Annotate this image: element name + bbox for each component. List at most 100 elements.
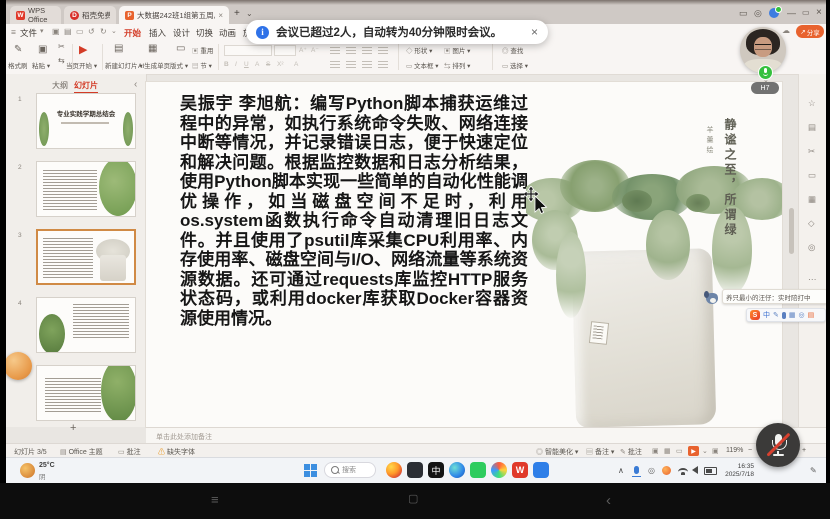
ime-toolbox-icon[interactable]: ▤ xyxy=(808,311,815,319)
justify-icon[interactable] xyxy=(378,61,388,68)
rail-grid-icon[interactable]: ▦ xyxy=(808,194,816,205)
tray-settings-gear-icon[interactable]: ◎ xyxy=(648,466,655,475)
battery-icon[interactable] xyxy=(704,467,717,475)
restore-button[interactable]: ▭ xyxy=(802,8,810,18)
tray-orange-app-icon[interactable] xyxy=(662,466,671,475)
firefox-icon[interactable] xyxy=(386,462,402,478)
format-painter-button[interactable]: 格式刷 xyxy=(8,60,28,70)
menu-tab-design[interactable]: 设计 xyxy=(173,27,190,39)
ai-generate-button[interactable]: AI生成单页 xyxy=(138,60,170,70)
bold-button[interactable]: B xyxy=(224,61,229,68)
volume-icon[interactable] xyxy=(692,466,698,474)
canvas-scrollbar-thumb[interactable] xyxy=(789,208,794,254)
paste-icon[interactable]: ▣ xyxy=(38,44,47,55)
zoom-in-button[interactable]: + xyxy=(802,447,806,454)
ai-generate-icon[interactable]: ▦ xyxy=(148,43,157,54)
zoom-out-button[interactable]: − xyxy=(748,447,752,454)
sogou-ime-logo[interactable]: S xyxy=(750,310,760,320)
align-right-icon[interactable] xyxy=(362,61,372,68)
rail-target-icon[interactable]: ◎ xyxy=(808,242,815,253)
shapes-button[interactable]: ◇ 形状 ▾ xyxy=(406,45,432,55)
select-button[interactable]: ▭ 选择 ▾ xyxy=(502,60,528,70)
rail-layers-icon[interactable]: ▤ xyxy=(808,122,816,133)
menu-tab-insert[interactable]: 插入 xyxy=(149,27,166,39)
notification-pen-icon[interactable]: ✎ xyxy=(810,466,817,475)
play-options-caret-icon[interactable]: ⌄ xyxy=(702,447,708,455)
tab-docer-templates[interactable]: D 稻壳免费模板 xyxy=(64,6,116,24)
slide-thumbnail-5[interactable] xyxy=(36,365,136,421)
play-from-current-button[interactable]: 当页开始 ▾ xyxy=(66,60,97,70)
picture-button[interactable]: ▣ 图片 ▾ xyxy=(444,45,470,55)
arrange-button[interactable]: ⇆ 排列 ▾ xyxy=(444,60,470,70)
section-button[interactable]: ▤ 节 ▾ xyxy=(192,60,212,70)
layout-icon[interactable]: ▭ xyxy=(176,43,185,54)
tab-wps-home[interactable]: W WPS Office xyxy=(10,6,61,24)
file-menu-caret-icon[interactable]: ▾ xyxy=(40,27,44,35)
save-icon[interactable]: ▣ xyxy=(52,27,60,36)
wps-app-icon[interactable]: W xyxy=(512,462,528,478)
reading-view-icon[interactable]: ▭ xyxy=(676,447,683,455)
rail-layout-icon[interactable]: ▭ xyxy=(808,170,816,181)
slide-thumbnail-1[interactable]: 专业实践学期总结会 xyxy=(36,93,136,149)
comments-button[interactable]: ▭ 批注 xyxy=(118,447,141,457)
nav-recents-button[interactable]: ≡ xyxy=(211,492,219,507)
ime-emoji-icon[interactable]: ◎ xyxy=(799,311,805,319)
new-slide-button[interactable]: 新建幻灯片 ▾ xyxy=(105,60,143,70)
font-color-button[interactable]: A xyxy=(255,61,259,68)
toast-close-icon[interactable]: × xyxy=(531,25,538,39)
slides-tab[interactable]: 幻灯片 xyxy=(74,80,98,94)
bullet-list-icon[interactable] xyxy=(330,47,340,54)
notes-toggle-button[interactable]: ▤ 备注 ▾ xyxy=(586,447,614,457)
taskbar-search-box[interactable]: 搜索 xyxy=(324,462,376,478)
windows-start-button[interactable] xyxy=(304,464,317,477)
file-menu[interactable]: 文件 xyxy=(20,27,37,39)
strikethrough-button[interactable]: S xyxy=(266,61,270,68)
play-from-current-icon[interactable]: ▶ xyxy=(79,43,87,56)
tray-mic-icon[interactable] xyxy=(634,466,639,474)
superscript-button[interactable]: X² xyxy=(277,61,284,68)
textbox-button[interactable]: ▭ 文本框 ▾ xyxy=(406,60,439,70)
cut-icon[interactable]: ✂ xyxy=(58,42,65,51)
ime-pen-icon[interactable]: ✎ xyxy=(773,311,779,319)
dark-app-icon[interactable] xyxy=(407,462,423,478)
find-button[interactable]: ◎ 查找 xyxy=(502,45,523,55)
rail-shape-icon[interactable]: ◇ xyxy=(808,218,815,229)
align-center-icon[interactable] xyxy=(346,61,356,68)
slide-thumbnail-3-selected[interactable] xyxy=(36,229,136,285)
font-size-select[interactable] xyxy=(274,45,296,56)
paste-button[interactable]: 粘贴 ▾ xyxy=(32,60,50,70)
italic-button[interactable]: I xyxy=(235,61,237,68)
annotate-button[interactable]: ✎ 批注 xyxy=(620,447,642,457)
copy-icon[interactable]: ⇆ xyxy=(58,56,65,65)
align-left-icon[interactable] xyxy=(330,61,340,68)
reuse-slides-button[interactable]: ▣ 重用 xyxy=(192,45,213,55)
layout-button[interactable]: 版式 ▾ xyxy=(170,60,188,70)
ime-lang-mode[interactable]: 中 xyxy=(763,310,770,320)
tray-hidden-icons-chevron[interactable]: ∧ xyxy=(618,466,624,475)
wifi-icon[interactable] xyxy=(678,468,688,476)
nav-home-button[interactable]: ▢ xyxy=(408,492,418,505)
close-tab-icon[interactable]: × xyxy=(218,11,223,20)
highlight-button[interactable]: A xyxy=(294,61,298,68)
account-avatar[interactable] xyxy=(769,8,779,18)
t-app-icon[interactable]: 中 xyxy=(428,462,444,478)
nav-back-button[interactable]: ‹ xyxy=(606,492,611,509)
settings-gear-icon[interactable]: ◎ xyxy=(754,8,762,18)
workspace-switch-icon[interactable]: ▭ xyxy=(739,8,748,18)
hamburger-menu-icon[interactable]: ≡ xyxy=(11,27,16,37)
theme-button[interactable]: ▤ Office 主题 xyxy=(60,447,103,457)
font-name-select[interactable] xyxy=(224,45,272,56)
outline-tab[interactable]: 大纲 xyxy=(52,80,68,91)
menu-tab-animation[interactable]: 动画 xyxy=(219,27,236,39)
meeting-mic-muted-button[interactable] xyxy=(756,423,800,467)
shrink-font-button[interactable]: A⁻ xyxy=(311,46,319,54)
browser-globe-icon[interactable] xyxy=(491,462,507,478)
grow-font-button[interactable]: A⁺ xyxy=(299,46,307,54)
ime-keyboard-icon[interactable]: ▦ xyxy=(789,311,796,319)
fullscreen-icon[interactable]: ▣ xyxy=(712,447,719,455)
new-slide-icon[interactable]: ▤ xyxy=(114,43,123,54)
quickbar-caret-icon[interactable]: ⌄ xyxy=(111,27,117,35)
edge-browser-icon[interactable] xyxy=(449,462,465,478)
format-painter-icon[interactable]: ✎ xyxy=(14,44,22,55)
add-slide-button[interactable]: + xyxy=(70,422,76,434)
